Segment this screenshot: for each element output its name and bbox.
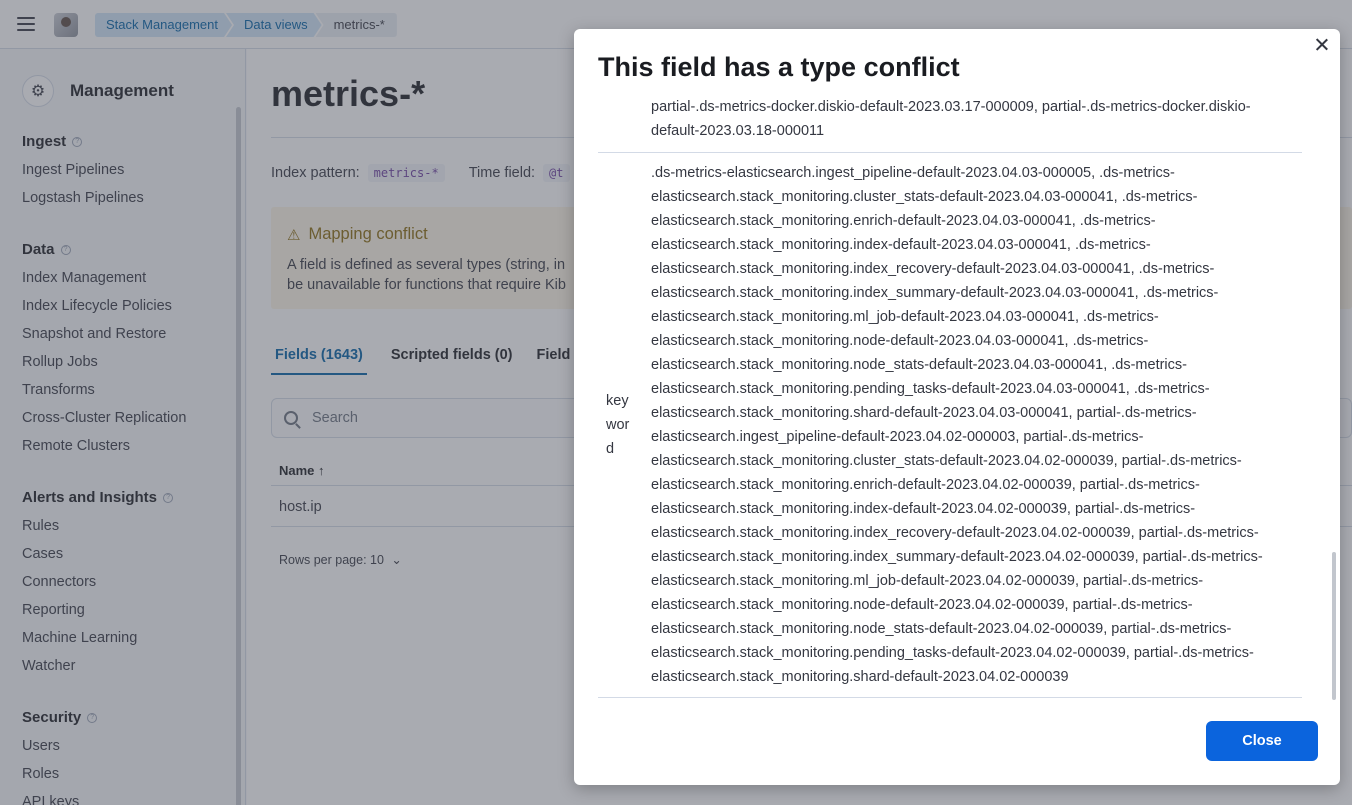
modal-title: This field has a type conflict bbox=[598, 52, 960, 82]
conflict-row: partial-.ds-metrics-docker.diskio-defaul… bbox=[598, 95, 1302, 153]
conflict-indices: partial-.ds-metrics-docker.diskio-defaul… bbox=[651, 99, 1251, 139]
modal-scrollbar[interactable] bbox=[1332, 552, 1336, 700]
type-conflict-modal: This field has a type conflict partial-.… bbox=[574, 29, 1340, 785]
conflict-row: keyword .ds-metrics-elasticsearch.ingest… bbox=[598, 153, 1302, 698]
conflict-type: keyword bbox=[606, 393, 630, 457]
conflict-indices: .ds-metrics-elasticsearch.ingest_pipelin… bbox=[651, 165, 1263, 685]
modal-body: partial-.ds-metrics-docker.diskio-defaul… bbox=[598, 95, 1302, 699]
close-button[interactable]: Close bbox=[1206, 721, 1318, 761]
close-icon[interactable] bbox=[1314, 37, 1330, 53]
